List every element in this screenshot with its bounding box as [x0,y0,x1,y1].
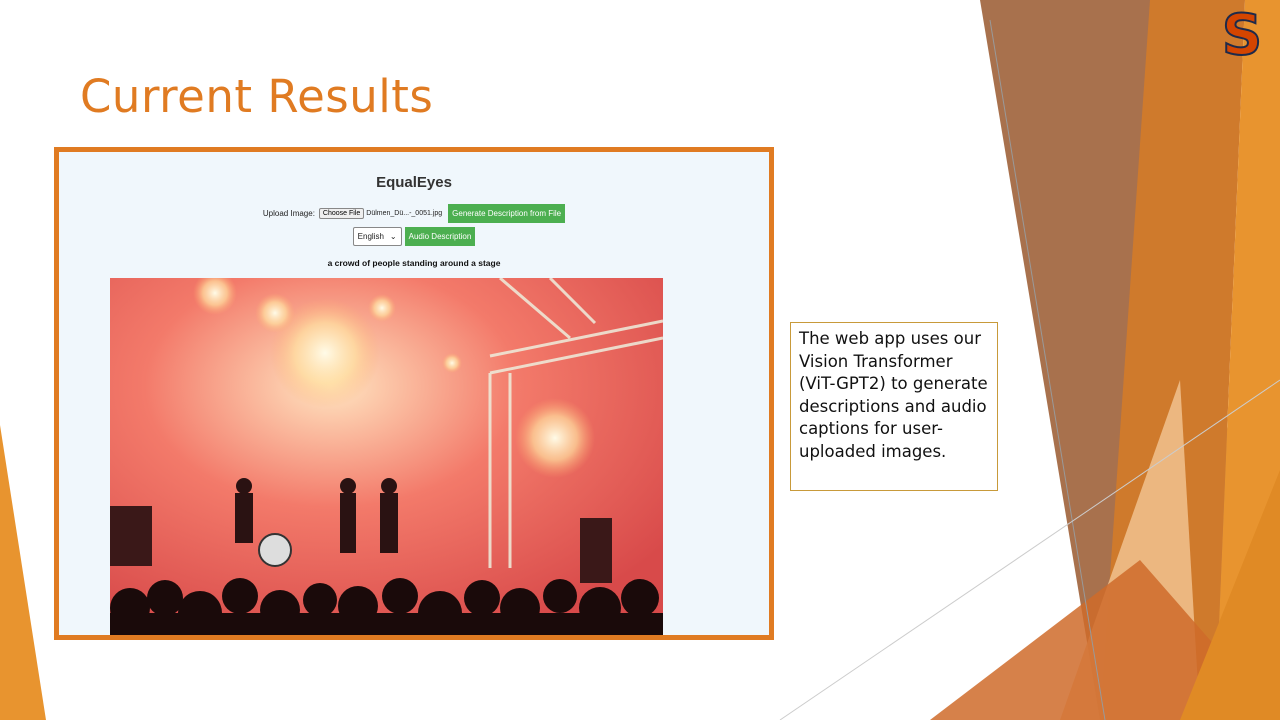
generate-description-button[interactable]: Generate Description from File [448,204,566,223]
app-title: EqualEyes [376,174,452,191]
syracuse-logo: S [1218,6,1266,66]
info-box: The web app uses our Vision Transformer … [790,322,998,491]
language-row: English ⌄ Audio Description [59,227,769,246]
generated-caption: a crowd of people standing around a stag… [327,258,501,268]
language-select[interactable]: English ⌄ [352,227,402,246]
chevron-down-icon: ⌄ [389,232,397,241]
file-name: Dülmen_Dü...-_0051.jpg [366,210,443,217]
upload-label: Upload Image: [262,209,315,218]
logo-letter: S [1221,3,1263,68]
upload-row: Upload Image: Choose File Dülmen_Dü...-_… [59,204,769,223]
language-selected: English [357,232,384,241]
audio-description-button[interactable]: Audio Description [404,227,476,246]
app-screenshot: EqualEyes Upload Image: Choose File Dülm… [54,147,774,640]
concert-photo [110,278,663,635]
choose-file-button[interactable]: Choose File [318,208,365,219]
slide-title: Current Results [80,70,434,123]
